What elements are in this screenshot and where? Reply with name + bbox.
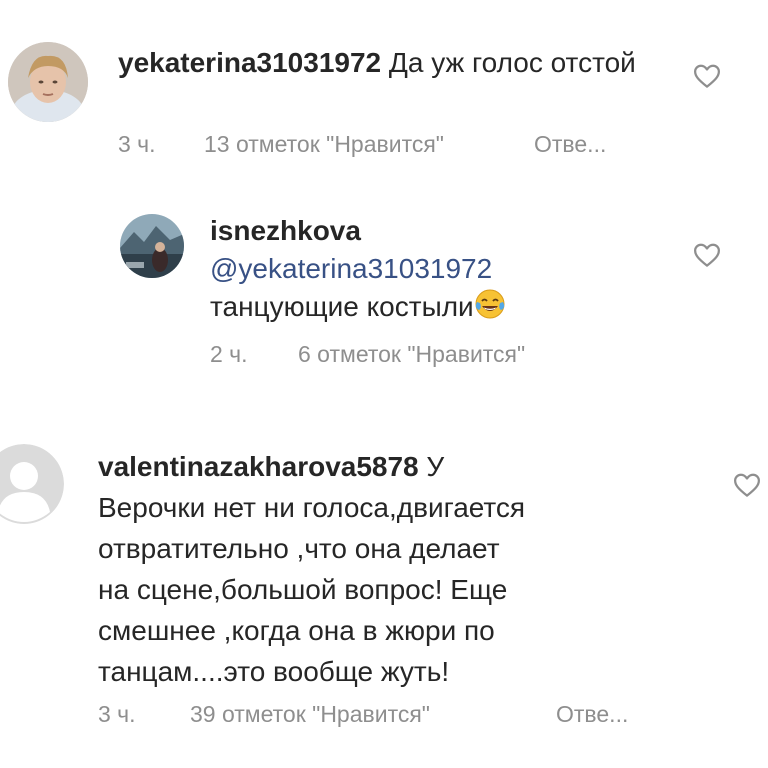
comment-mention[interactable]: @yekaterina31031972 [210, 250, 650, 288]
comment-item: valentinazakharova5878 У Верочки нет ни … [0, 430, 768, 768]
comment-text: yekaterina31031972 Да уж голос отстой [118, 44, 658, 82]
comment-username[interactable]: isnezhkova [210, 212, 650, 250]
comment-likes[interactable]: 39 отметок "Нравится" [190, 701, 430, 728]
comment-meta: 2 ч. 6 отметок "Нравится" [210, 341, 630, 371]
comment-item: yekaterina31031972 Да уж голос отстой 3 … [0, 0, 768, 180]
comment-text: valentinazakharova5878 У Верочки нет ни … [98, 446, 668, 692]
comment-body-line: на сцене,большой вопрос! Еще [98, 574, 508, 605]
comment-meta: 3 ч. 39 отметок "Нравится" Отве... [98, 701, 698, 731]
default-avatar[interactable] [0, 444, 64, 524]
reply-button[interactable]: Отве... [534, 131, 606, 158]
comment-body: Да уж голос отстой [381, 47, 636, 78]
heart-outline-icon[interactable] [692, 240, 722, 270]
default-avatar-icon [0, 444, 64, 524]
comment-body-line: танцам....это вообще жуть! [98, 656, 450, 687]
reply-comment-item: isnezhkova @yekaterina31031972 танцующие… [0, 200, 768, 390]
comment-time: 2 ч. [210, 341, 248, 367]
face-with-tears-of-joy-icon [475, 289, 505, 319]
comment-body-line: танцующие костыли [210, 288, 650, 326]
user-avatar[interactable] [120, 214, 184, 278]
comment-body: У [418, 451, 445, 482]
comment-likes[interactable]: 13 отметок "Нравится" [204, 131, 444, 158]
comments-screen: yekaterina31031972 Да уж голос отстой 3 … [0, 0, 768, 768]
avatar-photo [8, 42, 88, 122]
comment-likes[interactable]: 6 отметок "Нравится" [298, 341, 525, 368]
comment-meta: 3 ч. 13 отметок "Нравится" Отве... [118, 131, 678, 161]
comment-body-line: отвратительно ,что она делает [98, 533, 500, 564]
comment-text: isnezhkova @yekaterina31031972 танцующие… [210, 212, 650, 326]
comment-time: 3 ч. [118, 131, 156, 157]
comment-time: 3 ч. [98, 701, 136, 727]
comment-body-line: смешнее ,когда она в жюри по [98, 615, 495, 646]
avatar-photo [120, 214, 184, 278]
user-avatar[interactable] [8, 42, 88, 122]
heart-outline-icon[interactable] [692, 61, 722, 91]
comment-first-line: valentinazakharova5878 У [98, 446, 668, 487]
comment-username[interactable]: valentinazakharova5878 [98, 451, 419, 482]
comment-username[interactable]: yekaterina31031972 [118, 47, 381, 78]
reply-button[interactable]: Отве... [556, 701, 628, 728]
heart-outline-icon[interactable] [732, 470, 762, 500]
comment-body: танцующие костыли [210, 291, 474, 322]
comment-body-line: Верочки нет ни голоса,двигается [98, 492, 526, 523]
